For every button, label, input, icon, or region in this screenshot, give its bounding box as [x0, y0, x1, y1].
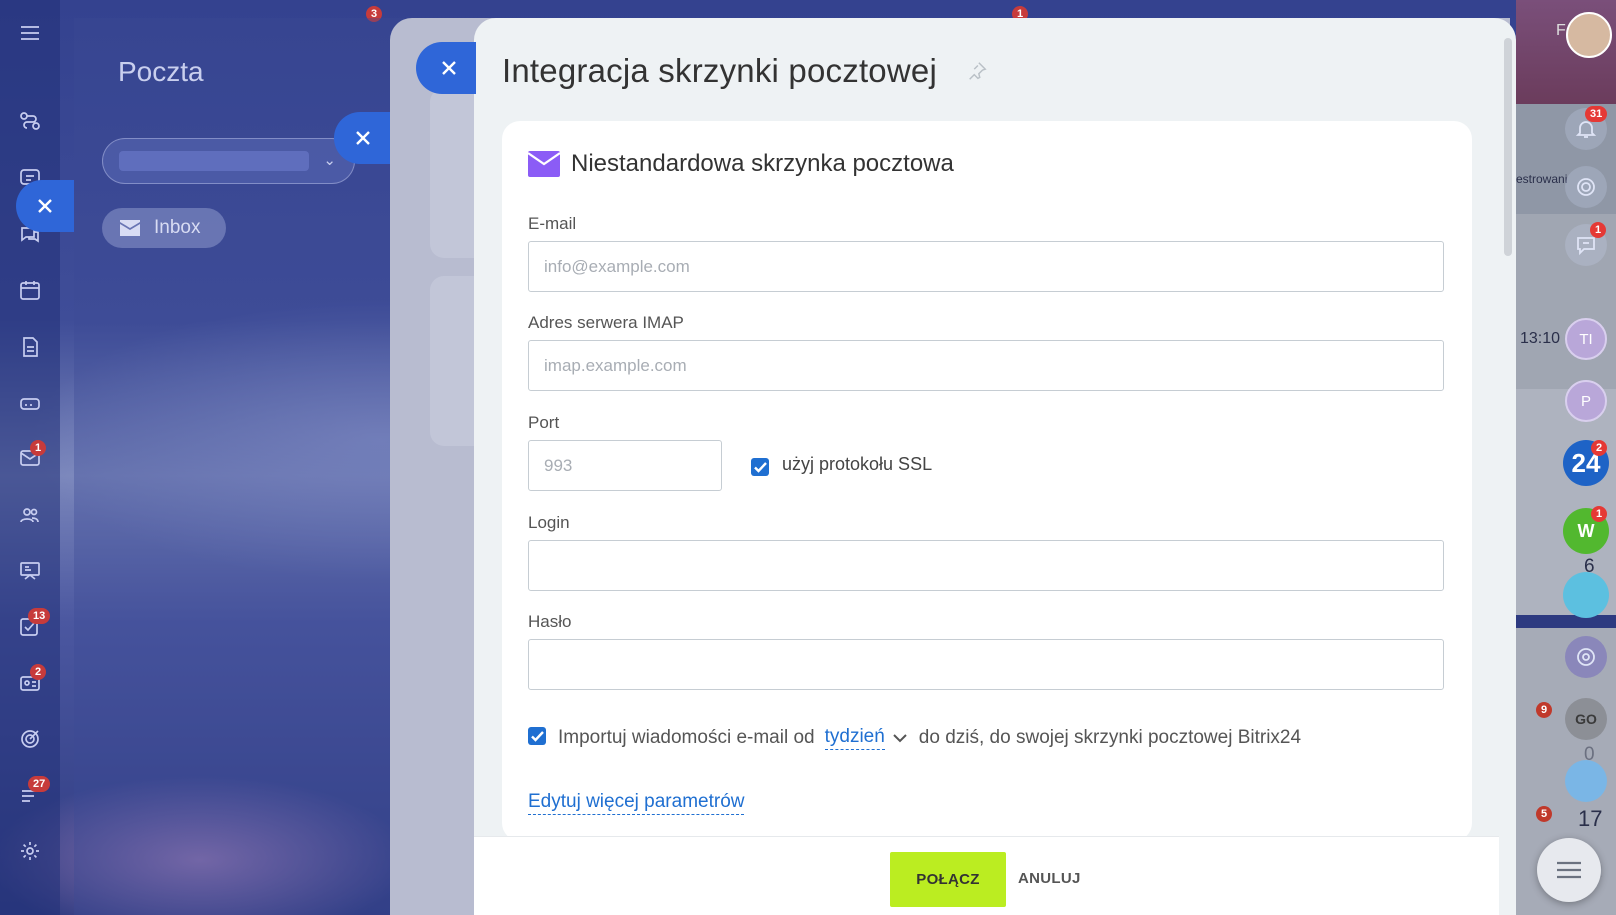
tasks-badge: 13 — [28, 608, 51, 624]
group-avatar[interactable] — [1565, 760, 1607, 802]
import-text-before: Importuj wiadomości e-mail od — [558, 726, 815, 748]
documents-icon[interactable] — [17, 334, 43, 360]
drive-icon[interactable] — [17, 390, 43, 416]
go-avatar[interactable]: GO — [1565, 698, 1607, 740]
email-field[interactable] — [528, 241, 1444, 292]
login-label: Login — [528, 513, 570, 532]
card-title: Niestandardowa skrzynka pocztowa — [571, 150, 954, 177]
user-avatar[interactable] — [1566, 12, 1612, 58]
w-badge: 1 — [1591, 506, 1608, 522]
close-slider-button[interactable] — [416, 42, 476, 94]
ssl-label: użyj protokołu SSL — [782, 454, 933, 474]
ssl-checkbox[interactable] — [751, 458, 769, 476]
flow-icon[interactable] — [17, 108, 43, 134]
scrollbar[interactable] — [1504, 38, 1512, 256]
count-9-badge: 9 — [1536, 702, 1553, 718]
chevron-down-icon[interactable] — [893, 727, 907, 749]
bitrix24-badge: 2 — [1591, 440, 1608, 456]
pin-icon[interactable] — [966, 60, 988, 82]
import-text-after: do dziś, do swojej skrzynki pocztowej Bi… — [918, 726, 1302, 748]
port-label: Port — [528, 413, 560, 432]
mail-app-title: Poczta — [118, 56, 204, 87]
menu-icon[interactable] — [17, 20, 43, 46]
more-parameters-link[interactable]: Edytuj więcej parametrów — [528, 789, 745, 815]
import-period-select[interactable]: tydzień — [824, 725, 885, 750]
envelope-icon — [528, 151, 560, 177]
envelope-icon — [120, 220, 140, 236]
chat-fab-button[interactable] — [1537, 838, 1601, 902]
avatar-ti[interactable]: TI — [1565, 318, 1607, 360]
close-icon — [442, 61, 456, 75]
calendar-icon[interactable] — [17, 277, 43, 303]
presentation-icon[interactable] — [17, 558, 43, 584]
partial-top-text: F — [1556, 22, 1566, 39]
time-label: 13:10 — [1520, 330, 1561, 347]
inbox-folder[interactable]: Inbox — [102, 208, 226, 248]
close-button-back[interactable] — [16, 180, 74, 232]
mail-badge: 1 — [30, 440, 47, 456]
left-rail: 1 13 2 27 — [0, 0, 60, 915]
count-5-badge: 5 — [1536, 806, 1553, 822]
port-field[interactable] — [528, 440, 722, 491]
close-icon — [38, 199, 52, 213]
import-row: Importuj wiadomości e-mail od tydzień do… — [558, 725, 1301, 750]
page-title: Integracja skrzynki pocztowej — [502, 52, 937, 89]
password-field[interactable] — [528, 639, 1444, 690]
chat-badge: 1 — [1590, 222, 1607, 238]
import-checkbox[interactable] — [528, 727, 546, 745]
checkmark-icon — [753, 461, 767, 473]
imap-server-field[interactable] — [528, 340, 1444, 391]
target-icon — [1577, 178, 1595, 196]
settings-icon[interactable] — [17, 838, 43, 864]
crm-badge: 2 — [30, 664, 47, 680]
card-header: Niestandardowa skrzynka pocztowa — [528, 150, 954, 178]
connect-button[interactable]: POŁĄCZ — [890, 852, 1006, 907]
inbox-label: Inbox — [154, 217, 201, 238]
goals-icon[interactable] — [17, 726, 43, 752]
close-button-middle[interactable] — [334, 112, 392, 164]
copilot-button[interactable] — [1565, 636, 1607, 678]
partial-label: estrowani — [1516, 172, 1568, 186]
chat-avatar[interactable] — [1563, 572, 1609, 618]
avatar-p[interactable]: P — [1565, 380, 1607, 422]
goal-button[interactable] — [1565, 166, 1607, 208]
notifications-badge: 31 — [1585, 106, 1608, 122]
count-17: 17 — [1578, 806, 1603, 831]
employees-icon[interactable] — [17, 502, 43, 528]
email-label: E-mail — [528, 214, 577, 233]
password-label: Hasło — [528, 612, 572, 631]
feed-badge: 27 — [28, 776, 51, 792]
cancel-button[interactable]: ANULUJ — [1018, 870, 1081, 887]
copilot-icon — [1577, 648, 1595, 666]
imap-label: Adres serwera IMAP — [528, 313, 684, 332]
close-icon — [356, 131, 370, 145]
list-icon — [1557, 861, 1581, 879]
login-field[interactable] — [528, 540, 1444, 591]
checkmark-icon — [530, 730, 544, 742]
mailbox-select[interactable]: ⌄ — [102, 138, 355, 184]
chevron-down-icon: ⌄ — [323, 152, 336, 169]
